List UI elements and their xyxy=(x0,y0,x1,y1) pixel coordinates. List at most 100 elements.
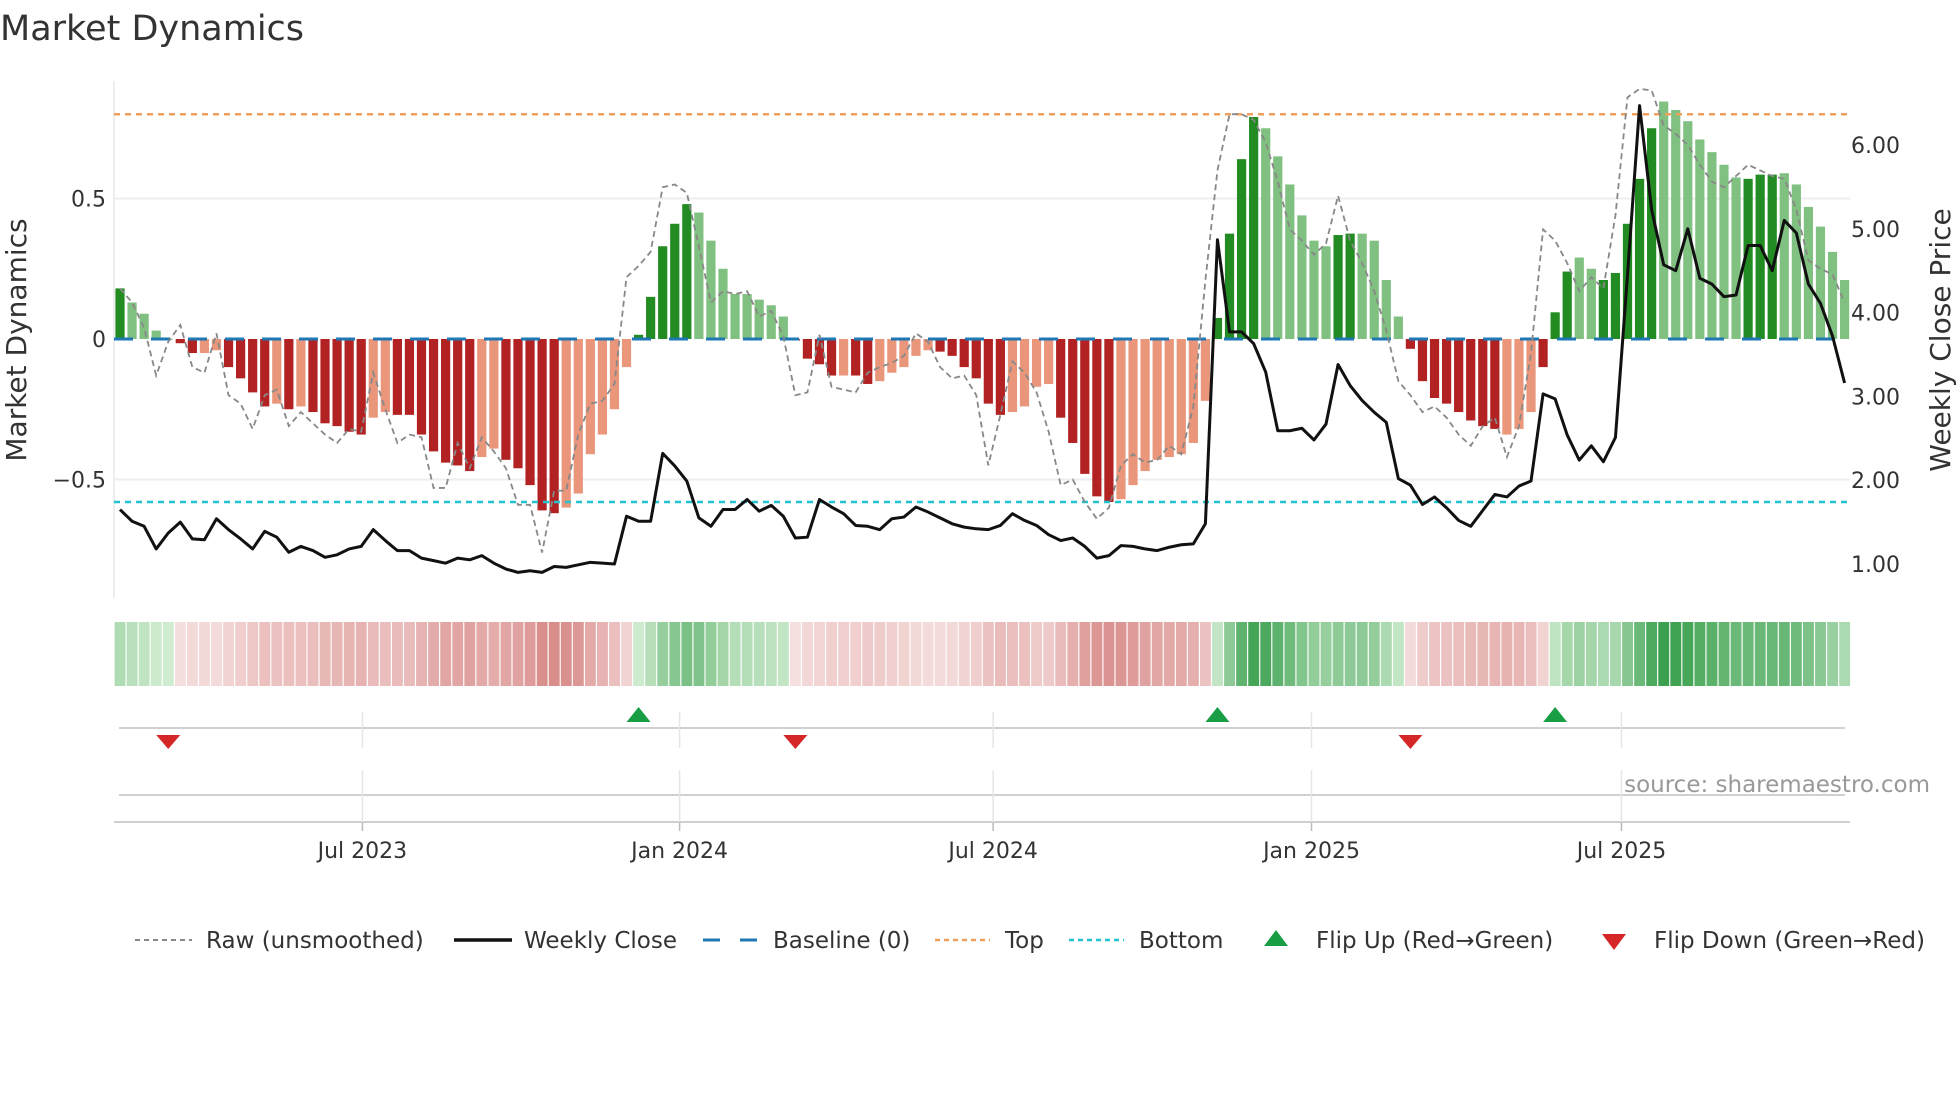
strip-cell xyxy=(1646,622,1658,686)
momentum-bar xyxy=(1586,268,1596,339)
momentum-bar xyxy=(670,223,680,339)
strip-cell xyxy=(1453,622,1465,686)
momentum-bar xyxy=(959,339,969,368)
strip-cell xyxy=(1236,622,1248,686)
momentum-bar xyxy=(416,339,427,435)
momentum-bar xyxy=(1080,339,1090,474)
strip-cell xyxy=(621,622,633,686)
momentum-bar xyxy=(320,339,330,424)
momentum-bar xyxy=(1574,257,1584,339)
momentum-bar xyxy=(718,268,728,339)
momentum-bar xyxy=(441,339,451,463)
strip-cell xyxy=(1658,622,1670,686)
strip-cell xyxy=(307,622,319,686)
strip-cell xyxy=(1151,622,1163,686)
strip-cell xyxy=(1573,622,1585,686)
strip-cell xyxy=(428,622,440,686)
momentum-bar xyxy=(501,339,511,460)
strip-cell xyxy=(295,622,307,686)
momentum-bar xyxy=(971,339,981,379)
strip-cell xyxy=(1513,622,1525,686)
y-tick-label: 0.5 xyxy=(71,188,106,213)
strip-cell xyxy=(669,622,681,686)
strip-cell xyxy=(500,622,512,686)
strip-cell xyxy=(886,622,898,686)
strip-cell xyxy=(548,622,560,686)
strip-cell xyxy=(1718,622,1730,686)
strip-cell xyxy=(982,622,994,686)
flip-up-marker xyxy=(1205,707,1230,722)
momentum-bar xyxy=(1152,339,1162,460)
momentum-bar xyxy=(694,212,704,339)
momentum-bar xyxy=(1056,339,1066,418)
momentum-bar xyxy=(1514,339,1524,429)
momentum-bar xyxy=(1297,215,1307,339)
strip-cell xyxy=(946,622,958,686)
momentum-bar xyxy=(513,339,523,469)
y2-axis-label: Weekly Close Price xyxy=(1924,208,1957,471)
momentum-bar xyxy=(851,339,861,376)
momentum-bar xyxy=(1755,174,1765,339)
flip-panel xyxy=(114,707,1850,823)
legend-flip-down-label: Flip Down (Green→Red) xyxy=(1654,928,1925,954)
strip-cell xyxy=(1790,622,1802,686)
momentum-bar xyxy=(1188,339,1198,443)
momentum-bar xyxy=(1839,279,1850,339)
momentum-bar xyxy=(1393,316,1403,339)
momentum-bar xyxy=(549,339,559,514)
strip-cell xyxy=(223,622,235,686)
momentum-bar xyxy=(561,339,571,508)
strip-cell xyxy=(114,622,126,686)
momentum-bar xyxy=(392,339,402,415)
strip-cell xyxy=(1127,622,1139,686)
momentum-bar xyxy=(1550,312,1560,339)
strip-cell xyxy=(1356,622,1368,686)
momentum-bar xyxy=(1671,109,1681,339)
strip-cell xyxy=(729,622,741,686)
y2-tick-label: 5.00 xyxy=(1851,218,1900,243)
raw-line xyxy=(119,87,1846,553)
y2-tick-label: 4.00 xyxy=(1851,302,1900,327)
momentum-bar xyxy=(1200,339,1210,401)
strip-cell xyxy=(1622,622,1633,686)
y2-tick-label: 2.00 xyxy=(1851,469,1900,494)
x-tick-label: Jul 2025 xyxy=(1575,839,1667,864)
momentum-bar xyxy=(1031,339,1042,387)
momentum-bar xyxy=(947,339,957,356)
x-tick-label: Jan 2025 xyxy=(1261,839,1360,864)
strip-cell xyxy=(452,622,464,686)
strip-cell xyxy=(1670,622,1682,686)
strip-cell xyxy=(1610,622,1621,686)
right-y-axis: 1.00 2.00 3.00 4.00 5.00 6.00 xyxy=(1851,134,1900,578)
y2-tick-label: 1.00 xyxy=(1851,553,1900,578)
momentum-bar xyxy=(1019,339,1030,407)
strip-cell xyxy=(440,622,452,686)
momentum-bar xyxy=(1454,339,1464,413)
strip-cell xyxy=(259,622,271,686)
momentum-bar xyxy=(1731,177,1741,339)
momentum-bar xyxy=(223,339,234,368)
momentum-bar xyxy=(1116,339,1126,500)
momentum-bar xyxy=(404,339,415,415)
strip-cell xyxy=(367,622,379,686)
strip-cell xyxy=(247,622,259,686)
strip-cell xyxy=(681,622,693,686)
momentum-bar xyxy=(935,339,945,352)
strip-cell xyxy=(138,622,150,686)
left-y-axis: 0.5 0 −0.5 xyxy=(53,188,106,494)
momentum-bar xyxy=(839,339,849,376)
strip-cell xyxy=(1766,622,1778,686)
momentum-bar xyxy=(1104,339,1114,502)
flip-down-marker xyxy=(1398,735,1423,749)
strip-cell xyxy=(910,622,922,686)
strip-cell xyxy=(645,622,657,686)
strip-cell xyxy=(1634,622,1646,686)
strip-cell xyxy=(488,622,500,686)
x-tick-label: Jan 2024 xyxy=(629,839,728,864)
strip-cell xyxy=(416,622,427,686)
momentum-bar xyxy=(682,204,692,339)
legend-bottom-label: Bottom xyxy=(1139,928,1223,954)
momentum-bar xyxy=(1779,173,1789,339)
strip-cell xyxy=(1441,622,1453,686)
strip-cell xyxy=(1803,622,1814,686)
